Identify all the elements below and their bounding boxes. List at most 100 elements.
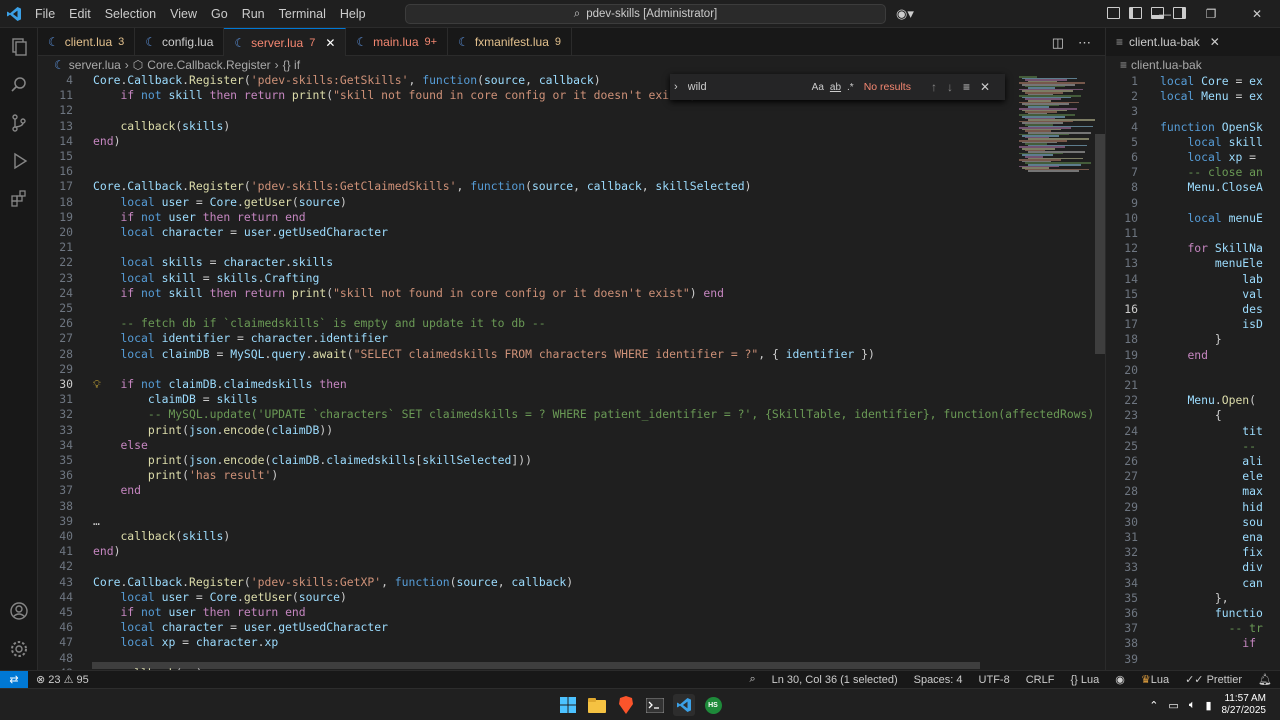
customize-layout-icon[interactable] — [1107, 7, 1120, 19]
language-mode[interactable]: {} Lua — [1062, 674, 1107, 686]
close-window-icon[interactable]: ✕ — [1234, 0, 1280, 28]
code-line[interactable]: 21 — [38, 240, 1098, 255]
code-line[interactable]: 22 Menu.Open( — [1106, 393, 1280, 408]
code-line[interactable]: 30 💡︎ if not claimDB.claimedskills then — [38, 377, 1098, 392]
code-line[interactable]: 33 div — [1106, 560, 1280, 575]
code-line[interactable]: 43 Core.Callback.Register('pdev-skills:Ge… — [38, 575, 1098, 590]
battery-icon[interactable]: ▮ — [1205, 699, 1211, 712]
code-line[interactable]: 42 — [38, 559, 1098, 574]
menu-help[interactable]: Help — [333, 0, 373, 28]
vertical-scrollbar[interactable] — [1095, 74, 1105, 664]
code-line[interactable]: 37 end — [38, 483, 1098, 498]
code-line[interactable]: 26 ali — [1106, 454, 1280, 469]
previous-match-icon[interactable]: ↑ — [931, 80, 937, 94]
code-line[interactable]: 34 else — [38, 438, 1098, 453]
code-line[interactable]: 16 — [38, 164, 1098, 179]
regex-toggle[interactable]: .* — [847, 82, 854, 93]
code-line[interactable]: 38 if — [1106, 636, 1280, 651]
code-line[interactable]: 27 ele — [1106, 469, 1280, 484]
code-line[interactable]: 41 end) — [38, 544, 1098, 559]
tab-client-lua[interactable]: ☾ client.lua 3 — [38, 28, 136, 56]
terminal-icon[interactable] — [644, 694, 666, 716]
code-editor[interactable]: 4 Core.Callback.Register('pdev-skills:Get… — [38, 74, 1105, 670]
lua-status[interactable]: ♛Lua — [1133, 673, 1177, 686]
chevron-up-icon[interactable]: ⌃ — [1149, 699, 1158, 712]
tab-config-lua[interactable]: ☾ config.lua — [135, 28, 225, 56]
code-line[interactable]: 30 sou — [1106, 515, 1280, 530]
code-line[interactable]: 20 — [1106, 363, 1280, 378]
code-line[interactable]: 16 des — [1106, 302, 1280, 317]
tab-server-lua[interactable]: ☾ server.lua 7 ✕ — [224, 28, 347, 56]
code-line[interactable]: 18 } — [1106, 332, 1280, 347]
code-line[interactable]: 38 — [38, 499, 1098, 514]
code-line[interactable]: 23 { — [1106, 408, 1280, 423]
code-line[interactable]: 47 local xp = character.xp — [38, 635, 1098, 650]
code-line[interactable]: 7 -- close an — [1106, 165, 1280, 180]
code-line[interactable]: 15 val — [1106, 287, 1280, 302]
breadcrumb-file[interactable]: client.lua-bak — [1131, 58, 1202, 72]
vscode-taskbar-icon[interactable] — [673, 694, 695, 716]
code-line[interactable]: 3 — [1106, 104, 1280, 119]
code-line[interactable]: 9 — [1106, 196, 1280, 211]
source-control-icon[interactable] — [8, 112, 30, 134]
code-line[interactable]: 22 local skills = character.skills — [38, 255, 1098, 270]
cursor-position[interactable]: Ln 30, Col 36 (1 selected) — [764, 674, 906, 686]
code-line[interactable]: 46 local character = user.getUsedCharact… — [38, 620, 1098, 635]
code-line[interactable]: 5 local skill — [1106, 135, 1280, 150]
menu-view[interactable]: View — [163, 0, 204, 28]
code-line[interactable]: 35 print(json.encode(claimDB.claimedskil… — [38, 453, 1098, 468]
match-case-toggle[interactable]: Aa — [812, 82, 824, 93]
code-line[interactable]: 13 menuEle — [1106, 256, 1280, 271]
code-line[interactable]: 31 ena — [1106, 530, 1280, 545]
speaker-icon[interactable]: 🔈︎ — [1189, 699, 1196, 712]
code-line[interactable]: 25 -- — [1106, 439, 1280, 454]
find-in-selection-icon[interactable]: ≡ — [963, 80, 970, 94]
code-line[interactable]: 14 lab — [1106, 272, 1280, 287]
code-line[interactable]: 28 max — [1106, 484, 1280, 499]
breadcrumb-file[interactable]: server.lua — [69, 58, 121, 72]
minimize-icon[interactable]: — — [1142, 0, 1188, 28]
clock[interactable]: 11:57 AM 8/27/2025 — [1222, 693, 1267, 717]
code-line[interactable]: 8 Menu.CloseA — [1106, 180, 1280, 195]
scroll-thumb[interactable] — [1095, 134, 1105, 354]
copilot-status-icon[interactable]: ◉ — [1107, 673, 1133, 686]
code-line[interactable]: 28 local claimDB = MySQL.query.await("SE… — [38, 347, 1098, 362]
code-line[interactable]: 36 functio — [1106, 606, 1280, 621]
menu-run[interactable]: Run — [235, 0, 272, 28]
code-line[interactable]: 14 end) — [38, 134, 1098, 149]
code-line[interactable]: 39 — [1106, 652, 1280, 667]
close-tab-icon[interactable]: ✕ — [325, 36, 335, 50]
split-editor-icon[interactable]: ◫ — [1052, 35, 1064, 51]
zoom-icon[interactable]: ⌕ — [741, 673, 763, 686]
windows-start-icon[interactable] — [557, 694, 579, 716]
menu-selection[interactable]: Selection — [98, 0, 163, 28]
encoding[interactable]: UTF-8 — [971, 674, 1018, 686]
display-icon[interactable]: ▭ — [1168, 699, 1178, 712]
hs-app-icon[interactable]: HS — [702, 694, 724, 716]
code-line[interactable]: 45 if not user then return end — [38, 605, 1098, 620]
menu-go[interactable]: Go — [204, 0, 235, 28]
minimap[interactable] — [1015, 74, 1095, 664]
extensions-icon[interactable] — [8, 188, 30, 210]
secondary-code-editor[interactable]: 1 local Core = ex 2 local Menu = ex 3 4 functi… — [1106, 74, 1280, 670]
code-line[interactable]: 6 local xp = — [1106, 150, 1280, 165]
toggle-replace-icon[interactable]: › — [674, 81, 678, 93]
next-match-icon[interactable]: ↓ — [947, 80, 953, 94]
end-of-line[interactable]: CRLF — [1018, 674, 1063, 686]
code-line[interactable]: 18 local user = Core.getUser(source) — [38, 195, 1098, 210]
code-line[interactable]: 34 can — [1106, 576, 1280, 591]
file-explorer-icon[interactable] — [586, 694, 608, 716]
menu-terminal[interactable]: Terminal — [272, 0, 333, 28]
code-line[interactable]: 1 local Core = ex — [1106, 74, 1280, 89]
code-line[interactable]: 24 if not skill then return print("skill… — [38, 286, 1098, 301]
code-line[interactable]: 29 hid — [1106, 500, 1280, 515]
code-line[interactable]: 27 local identifier = character.identifi… — [38, 331, 1098, 346]
code-line[interactable]: 21 — [1106, 378, 1280, 393]
restore-icon[interactable]: ❐ — [1188, 0, 1234, 28]
code-line[interactable]: 15 — [38, 149, 1098, 164]
code-line[interactable]: 10 local menuE — [1106, 211, 1280, 226]
accounts-icon[interactable] — [8, 600, 30, 622]
problems-indicator[interactable]: ⊗ 23 ⚠ 95 — [28, 673, 97, 686]
code-line[interactable]: 40 callback(skills) — [38, 529, 1098, 544]
settings-gear-icon[interactable] — [8, 638, 30, 660]
